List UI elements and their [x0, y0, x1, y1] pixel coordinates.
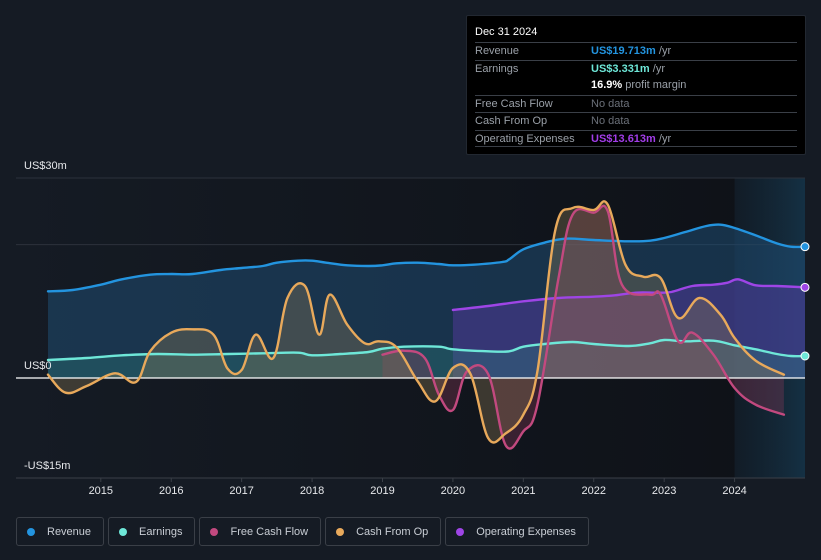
y-tick-label-top: US$30m: [24, 160, 67, 172]
legend-label: Free Cash Flow: [230, 525, 309, 538]
x-tick-label: 2016: [159, 485, 183, 497]
legend-item-earnings[interactable]: Earnings: [108, 517, 196, 546]
tooltip-value: US$13.613m /yr: [591, 131, 671, 147]
tooltip-value-number: US$19.713m: [591, 45, 656, 57]
tooltip-row-cash-from-op: Cash From Op No data: [475, 112, 797, 130]
legend-label: Earnings: [139, 525, 183, 538]
tooltip-value-suffix: /yr: [655, 132, 672, 145]
tooltip-value-suffix: profit margin: [622, 79, 687, 91]
x-tick-label: 2020: [441, 485, 465, 497]
legend-dot-icon: [336, 527, 345, 536]
legend-dot-icon: [27, 527, 35, 536]
x-tick-label: 2019: [370, 485, 394, 497]
end-dot-earnings: [800, 351, 810, 361]
x-tick-label: 2024: [722, 485, 746, 497]
tooltip-value-number: US$13.613m: [591, 132, 656, 145]
tooltip-row-revenue: Revenue US$19.713m /yr: [475, 42, 797, 60]
x-tick-label: 2022: [582, 485, 606, 497]
x-tick-label: 2021: [511, 485, 535, 497]
x-tick-label: 2023: [652, 485, 676, 497]
tooltip-value-number: US$3.331m: [591, 62, 650, 75]
tooltip-row-profit-margin: 16.9% profit margin: [475, 77, 797, 95]
tooltip-panel: Dec 31 2024 Revenue US$19.713m /yr Earni…: [466, 15, 806, 155]
legend-item-operating-expenses[interactable]: Operating Expenses: [445, 517, 589, 546]
y-tick-label-zero: US$0: [24, 360, 52, 372]
tooltip-label: Operating Expenses: [475, 132, 575, 145]
tooltip-label: Free Cash Flow: [475, 97, 553, 110]
x-tick-label: 2015: [89, 485, 113, 497]
tooltip-value-suffix: /yr: [655, 45, 672, 57]
tooltip-value: No data: [591, 115, 630, 127]
legend-dot-icon: [210, 527, 219, 536]
end-dot-revenue: [800, 242, 810, 252]
legend-item-cash-from-op[interactable]: Cash From Op: [325, 517, 442, 546]
y-tick-label-bottom: -US$15m: [24, 460, 71, 472]
x-tick-label: 2017: [229, 485, 253, 497]
tooltip-row-free-cash-flow: Free Cash Flow No data: [475, 94, 797, 113]
tooltip-label: Earnings: [475, 62, 519, 75]
legend-item-revenue[interactable]: Revenue: [16, 517, 105, 546]
legend: Revenue Earnings Free Cash Flow Cash Fro…: [16, 517, 589, 546]
tooltip-value: 16.9% profit margin: [591, 77, 686, 95]
legend-dot-icon: [119, 527, 128, 536]
tooltip-row-earnings: Earnings US$3.331m /yr: [475, 59, 797, 78]
tooltip-value: US$3.331m /yr: [591, 61, 665, 78]
legend-label: Revenue: [47, 525, 92, 538]
tooltip-value: No data: [591, 97, 630, 110]
tooltip-label: [475, 77, 591, 95]
x-tick-label: 2018: [300, 485, 324, 497]
tooltip-row-operating-expenses: Operating Expenses US$13.613m /yr: [475, 129, 797, 147]
tooltip-value: US$19.713m /yr: [591, 43, 671, 60]
tooltip-date: Dec 31 2024: [475, 26, 538, 38]
tooltip-value-suffix: /yr: [649, 62, 665, 75]
end-dot-operating-expenses: [800, 282, 810, 292]
legend-label: Cash From Op: [356, 525, 429, 538]
tooltip-value-number: 16.9%: [591, 79, 623, 91]
legend-label: Operating Expenses: [476, 525, 576, 538]
tooltip-label: Revenue: [475, 45, 520, 57]
legend-dot-icon: [456, 527, 465, 536]
legend-item-free-cash-flow[interactable]: Free Cash Flow: [199, 517, 322, 546]
tooltip-label: Cash From Op: [475, 115, 548, 127]
